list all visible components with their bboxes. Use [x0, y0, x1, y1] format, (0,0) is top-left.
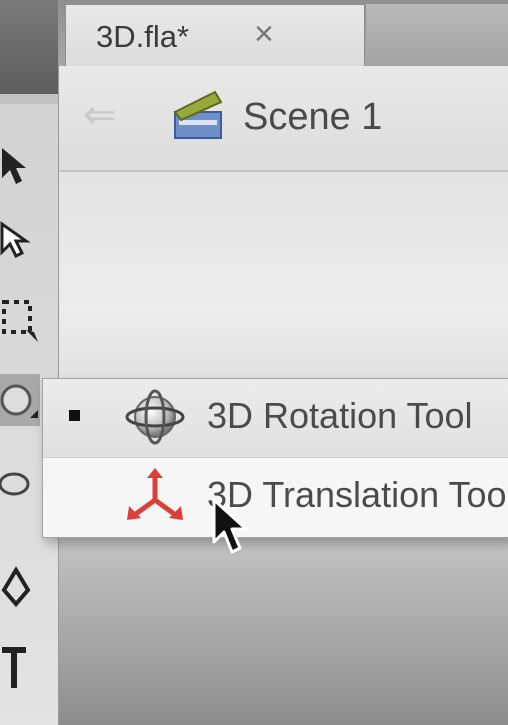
menu-item-label: 3D Translation Tool: [207, 474, 508, 515]
menu-item-3d-rotation[interactable]: 3D Rotation Tool: [43, 379, 508, 458]
lasso-tool-icon[interactable]: [0, 460, 40, 512]
document-tab[interactable]: 3D.fla* ×: [65, 4, 365, 66]
tools-panel-header: [0, 0, 58, 94]
scene-label[interactable]: Scene 1: [243, 96, 382, 139]
selected-bullet-icon: [69, 410, 80, 421]
edit-bar: ⇐ Scene 1: [59, 66, 508, 172]
pen-tool-icon[interactable]: [0, 560, 40, 612]
text-tool-icon[interactable]: [0, 640, 40, 692]
document-tab-bar: 3D.fla* ×: [59, 0, 508, 66]
menu-item-label: 3D Rotation Tool: [207, 395, 473, 436]
clapperboard-icon: [173, 90, 223, 139]
close-icon[interactable]: ×: [254, 15, 274, 54]
3d-rotation-tool-icon[interactable]: [0, 374, 40, 426]
mouse-pointer-icon: [212, 498, 248, 554]
3d-tools-flyout-menu: 3D Rotation Tool 3D Translation Tool: [42, 378, 508, 538]
3d-translation-icon: [127, 468, 183, 520]
tab-bar-empty-area: [366, 4, 508, 66]
selection-tool-icon[interactable]: [0, 138, 40, 190]
menu-item-3d-translation[interactable]: 3D Translation Tool: [43, 458, 508, 536]
tools-panel: [0, 0, 59, 725]
tools-panel-strip: [0, 94, 58, 104]
free-transform-tool-icon[interactable]: [0, 292, 40, 344]
document-tab-label: 3D.fla*: [96, 19, 190, 54]
3d-rotation-icon: [125, 389, 185, 445]
back-arrow-icon[interactable]: ⇐: [83, 92, 117, 138]
subselection-tool-icon[interactable]: [0, 212, 40, 264]
